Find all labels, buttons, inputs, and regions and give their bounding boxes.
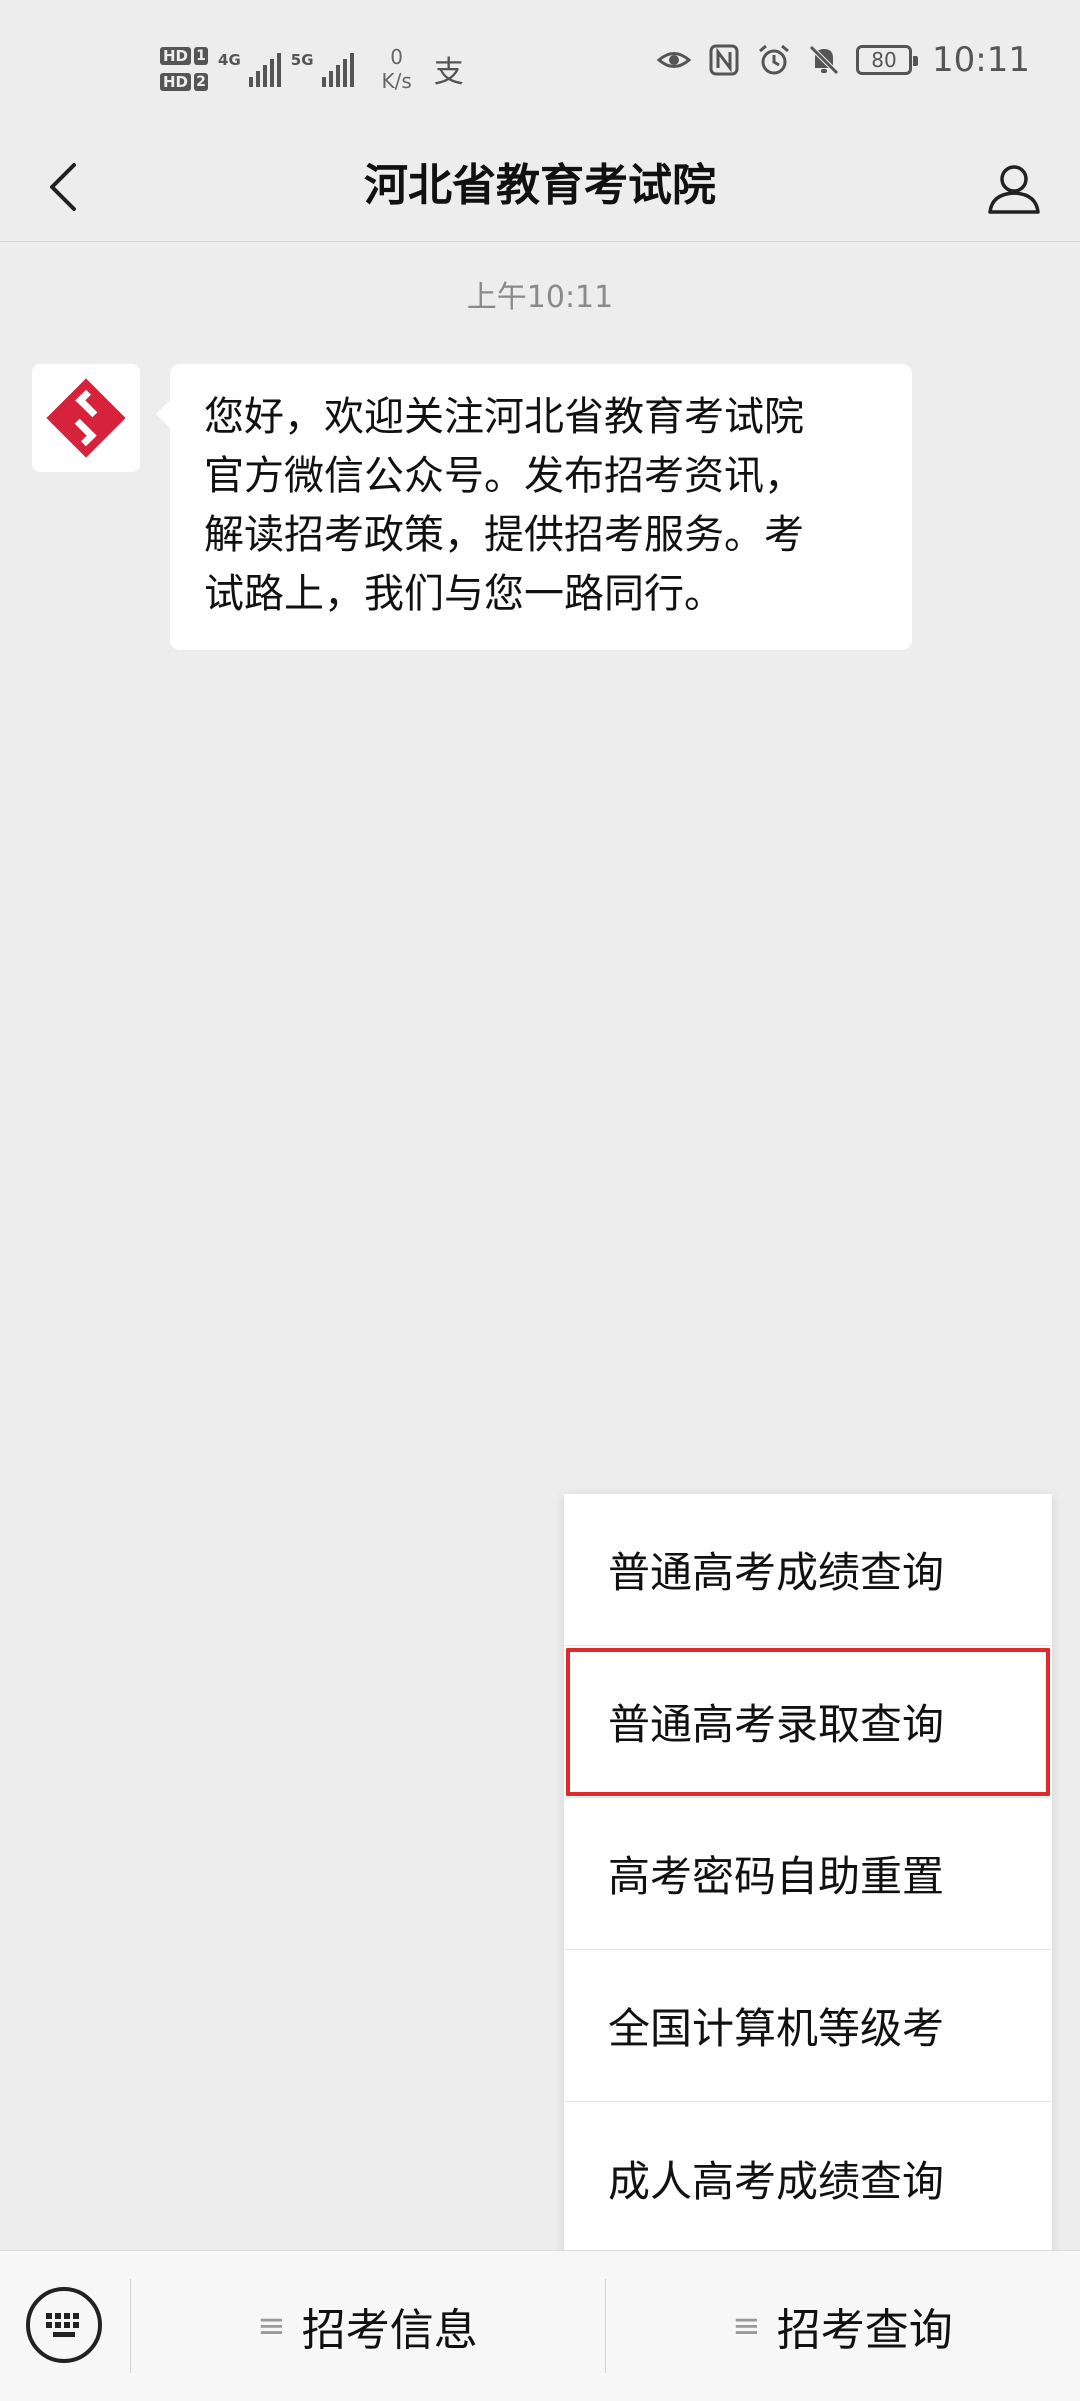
battery-level: 80 bbox=[871, 48, 897, 72]
menu-item-password-reset[interactable]: 高考密码自助重置 bbox=[564, 1798, 1052, 1950]
signal-5g: 5G bbox=[291, 51, 354, 87]
message-bubble[interactable]: 您好，欢迎关注河北省教育考试院 官方微信公众号。发布招考资讯， 解读招考政策，提… bbox=[156, 364, 912, 650]
menu-item-adult-exam-score[interactable]: 成人高考成绩查询 bbox=[564, 2102, 1052, 2254]
hd2-badge: HD bbox=[160, 73, 192, 91]
tab-recruitment-query[interactable]: ≡ 招考查询 bbox=[605, 2251, 1080, 2401]
status-right: 80 10:11 bbox=[656, 40, 1030, 80]
profile-icon bbox=[988, 165, 1040, 214]
back-chevron-icon bbox=[50, 163, 76, 211]
menu-item-gaokao-score[interactable]: 普通高考成绩查询 bbox=[564, 1494, 1052, 1646]
tab-label: 招考查询 bbox=[776, 2305, 953, 2356]
speed-value: 0 bbox=[390, 45, 404, 69]
popup-menu: 普通高考成绩查询 普通高考录取查询 高考密码自助重置 全国计算机等级考 成人高考… bbox=[564, 1494, 1052, 2254]
nfc-icon bbox=[709, 44, 739, 76]
menu-item-computer-exam[interactable]: 全国计算机等级考 bbox=[564, 1950, 1052, 2102]
tab-recruitment-info[interactable]: ≡ 招考信息 bbox=[130, 2251, 605, 2401]
signal-4g: 4G bbox=[218, 51, 281, 87]
keyboard-toggle-button[interactable] bbox=[26, 2287, 102, 2363]
signal-bars-icon bbox=[248, 51, 281, 87]
sim1-number: 1 bbox=[194, 47, 209, 65]
bottom-menu-bar: ≡ 招考信息 ≡ 招考查询 bbox=[0, 2250, 1080, 2401]
menu-lines-icon: ≡ bbox=[257, 2306, 286, 2346]
mute-bell-icon bbox=[809, 45, 839, 75]
menu-item-gaokao-admission[interactable]: 普通高考录取查询 bbox=[564, 1646, 1052, 1798]
nav-divider bbox=[0, 241, 1080, 242]
exam-authority-logo-icon bbox=[46, 378, 126, 458]
nav-bar: 河北省教育考试院 bbox=[0, 130, 1080, 242]
page-title: 河北省教育考试院 bbox=[364, 160, 716, 211]
signal-bars-icon bbox=[321, 51, 354, 87]
net-type-5g: 5G bbox=[290, 51, 314, 69]
status-bar: HD 1 HD 2 4G 5G 0 K/s 支 80 10:11 bbox=[0, 0, 1080, 130]
keyboard-icon bbox=[46, 2313, 79, 2337]
network-speed: 0 K/s bbox=[382, 45, 412, 93]
back-button[interactable] bbox=[28, 152, 98, 222]
message-line: 官方微信公众号。发布招考资讯， bbox=[204, 453, 804, 499]
sim2-number: 2 bbox=[194, 73, 209, 91]
hd1-badge: HD bbox=[160, 47, 192, 65]
chat-timestamp: 上午10:11 bbox=[466, 280, 614, 315]
speed-unit: K/s bbox=[381, 69, 412, 93]
battery-icon: 80 bbox=[856, 45, 919, 75]
message-line: 解读招考政策，提供招考服务。考 bbox=[204, 512, 804, 558]
status-left: HD 1 HD 2 4G 5G 0 K/s 支 bbox=[160, 34, 464, 104]
eye-icon bbox=[656, 52, 692, 68]
app-notification-icon: 支 bbox=[433, 55, 464, 90]
message-line: 您好，欢迎关注河北省教育考试院 bbox=[204, 394, 804, 440]
sim-indicators: HD 1 HD 2 bbox=[160, 47, 209, 91]
alarm-icon bbox=[759, 44, 789, 75]
menu-lines-icon: ≡ bbox=[732, 2306, 761, 2346]
net-type-4g: 4G bbox=[218, 51, 241, 69]
tab-label: 招考信息 bbox=[301, 2305, 478, 2356]
profile-button[interactable] bbox=[974, 148, 1054, 228]
status-time: 10:11 bbox=[932, 40, 1030, 80]
message-line: 试路上，我们与您一路同行。 bbox=[204, 571, 724, 617]
account-avatar[interactable] bbox=[32, 364, 140, 472]
